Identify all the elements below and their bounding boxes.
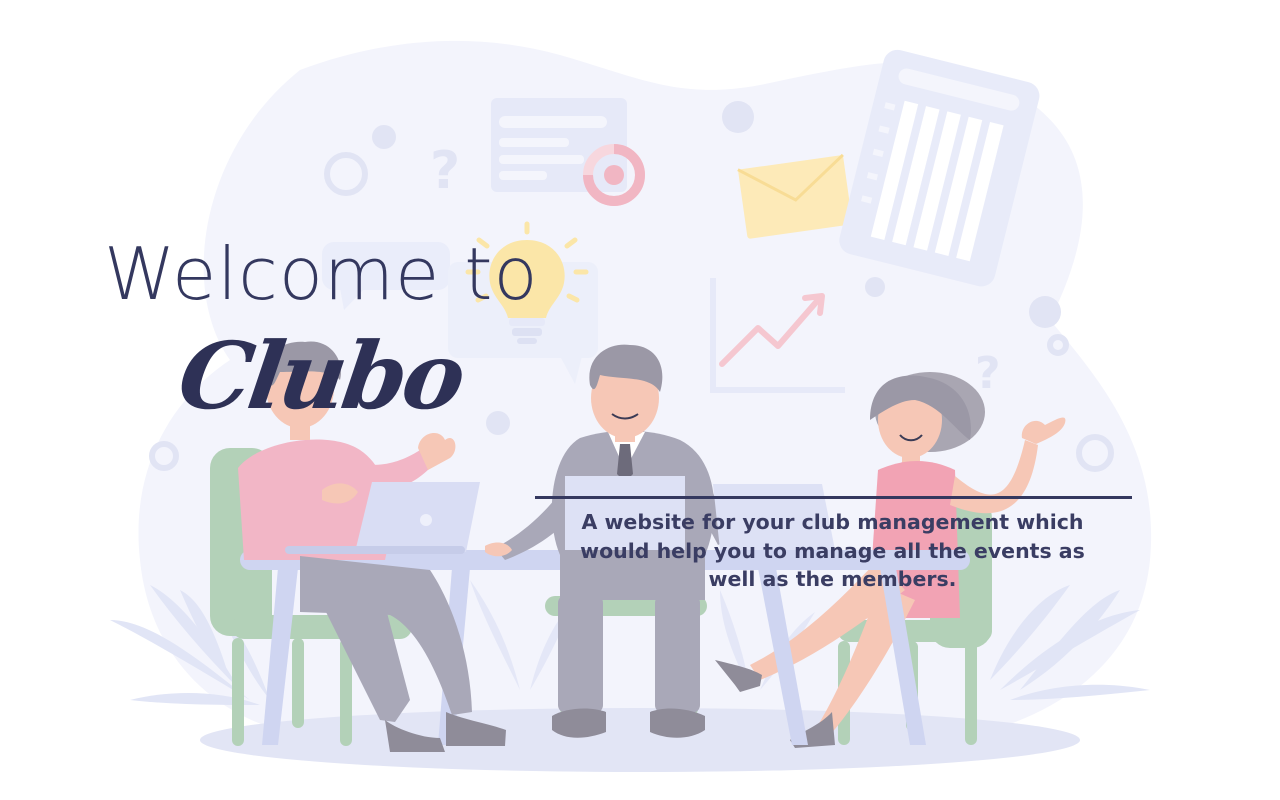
- envelope-icon: [737, 153, 853, 239]
- tagline: A website for your club management which…: [580, 510, 1085, 591]
- brand-logo: Clubo: [172, 322, 469, 430]
- floor-shadow: [200, 708, 1080, 772]
- question-mark-icon: ?: [430, 141, 460, 201]
- welcome-heading: Welcome to: [104, 232, 539, 316]
- divider-line: [535, 496, 1132, 499]
- question-mark-icon: ?: [975, 348, 1001, 399]
